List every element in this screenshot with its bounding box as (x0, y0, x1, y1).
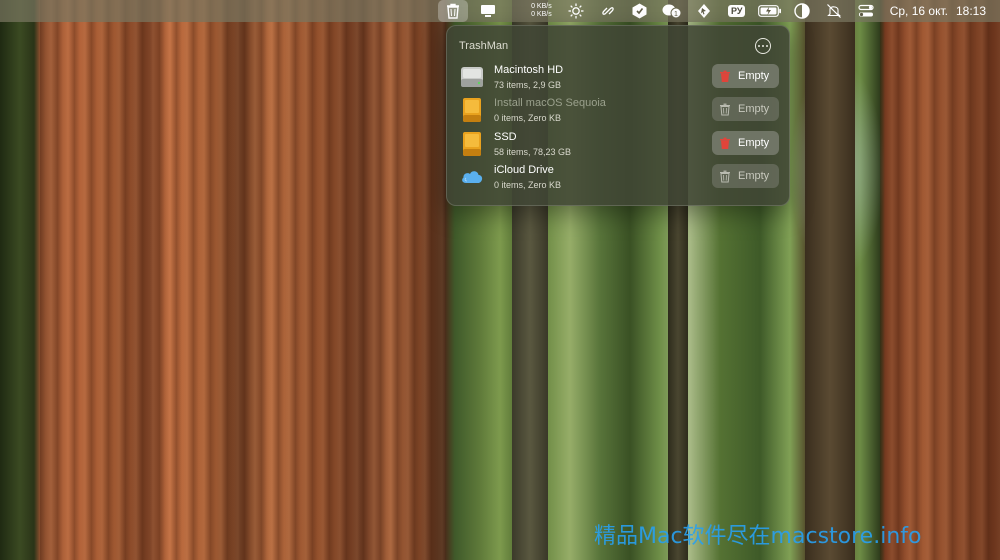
more-dot (758, 45, 760, 47)
icloud-icon (462, 171, 483, 183)
volume-row-macintosh-hd: Macintosh HD 73 items, 2,9 GB Empty (459, 62, 781, 95)
empty-trash-button[interactable]: Empty (712, 164, 779, 188)
appearance-icon (794, 3, 810, 19)
empty-trash-button[interactable]: Empty (712, 64, 779, 88)
brightness-menu-extra[interactable] (560, 0, 592, 22)
volume-details: 0 items, Zero KB (494, 180, 562, 190)
link-icon (602, 7, 614, 15)
more-dot (762, 45, 764, 47)
volume-details: 58 items, 78,23 GB (494, 147, 572, 157)
wechat-menu-extra[interactable]: 1 (656, 0, 688, 22)
trashman-menu-extra[interactable] (437, 0, 468, 22)
trash-icon (720, 103, 730, 115)
control-center-menu-extra[interactable] (850, 0, 882, 22)
appearance-menu-extra[interactable] (786, 0, 818, 22)
cursor-menu-extra[interactable] (688, 0, 720, 22)
do-not-disturb-icon (826, 4, 841, 18)
volume-row-icloud-drive: iCloud Drive 0 items, Zero KB Empty (459, 162, 781, 195)
volume-details: 0 items, Zero KB (494, 113, 562, 123)
cursor-icon (697, 4, 710, 18)
battery-menu-extra[interactable] (754, 0, 786, 22)
net-download: 0 KB/s (531, 11, 552, 18)
more-dot (766, 45, 768, 47)
tree-trunk (805, 0, 855, 560)
display-menu-extra[interactable] (472, 0, 504, 22)
popover-title: TrashMan (459, 40, 509, 52)
trash-icon (720, 170, 730, 182)
app-menu-extra[interactable] (624, 0, 656, 22)
volume-row-install-macos-sequoia: Install macOS Sequoia 0 items, Zero KB E… (459, 95, 781, 128)
keyboard-layout-label: РУ (727, 5, 746, 17)
wechat-icon: 1 (662, 4, 682, 19)
battery-icon (757, 5, 781, 17)
empty-trash-button[interactable]: Empty (712, 97, 779, 121)
external-disk-icon (463, 132, 481, 156)
more-options-button[interactable] (755, 38, 771, 54)
display-icon (480, 5, 495, 17)
volume-name: Install macOS Sequoia (494, 97, 606, 109)
external-disk-icon (463, 98, 481, 122)
sequoia-trunk (880, 0, 1000, 560)
empty-button-label: Empty (738, 103, 770, 115)
network-speed[interactable]: 0 KB/s 0 KB/s (504, 0, 560, 22)
sequoia-trunk (40, 0, 445, 560)
do-not-disturb-menu-extra[interactable] (818, 0, 850, 22)
brightness-icon (568, 3, 584, 19)
menubar-time[interactable]: 18:13 (956, 0, 986, 22)
app-icon (632, 3, 647, 19)
net-upload: 0 KB/s (531, 3, 552, 10)
menubar-date[interactable]: Ср, 16 окт. (882, 0, 956, 22)
empty-button-label: Empty (738, 70, 770, 82)
trash-icon (720, 137, 730, 149)
volume-details: 73 items, 2,9 GB (494, 80, 562, 90)
volume-name: SSD (494, 131, 517, 143)
trash-icon (446, 3, 459, 19)
volume-row-ssd: SSD 58 items, 78,23 GB Empty (459, 129, 781, 162)
control-center-icon (858, 4, 874, 17)
link-menu-extra[interactable] (592, 0, 624, 22)
keyboard-layout[interactable]: РУ (720, 0, 754, 22)
menu-bar: 0 KB/s 0 KB/s 1 РУ Ср, 16 окт. 18:13 (0, 0, 1000, 22)
trashman-popover: TrashMan Macintosh HD 73 items, 2,9 GB E… (446, 25, 790, 206)
volume-name: Macintosh HD (494, 64, 564, 76)
watermark-text: 精品Mac软件尽在macstore.info (594, 524, 922, 549)
volume-name: iCloud Drive (494, 164, 554, 176)
wechat-badge: 1 (674, 11, 678, 18)
internal-disk-icon (461, 67, 483, 87)
empty-button-label: Empty (738, 170, 770, 182)
empty-button-label: Empty (738, 137, 770, 149)
empty-trash-button[interactable]: Empty (712, 131, 779, 155)
trash-icon (720, 70, 730, 82)
